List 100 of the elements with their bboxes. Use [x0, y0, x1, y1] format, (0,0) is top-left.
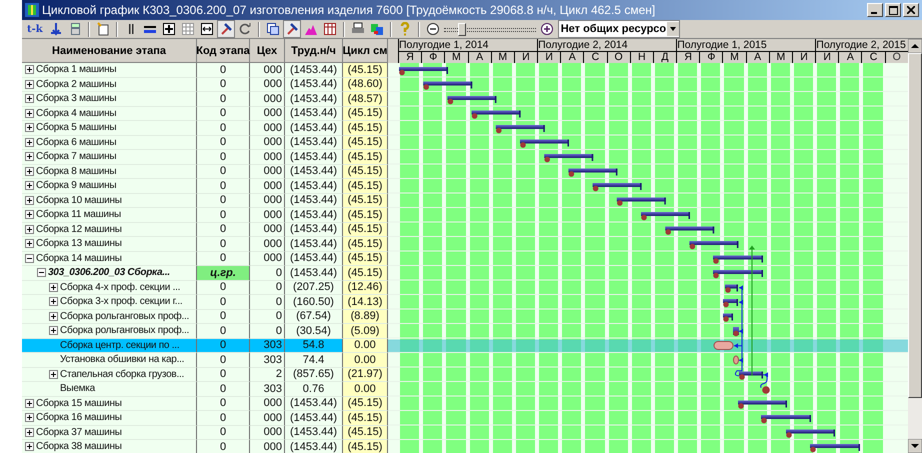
toolbar-button[interactable]: t-k: [25, 24, 45, 34]
resource-dropdown[interactable]: Нет общих ресурсо: [558, 20, 680, 38]
gantt-bar[interactable]: [423, 82, 472, 90]
table-row[interactable]: Сборка 10 машины 0 000 (1453.44) (45.15): [22, 194, 388, 208]
table-row[interactable]: Сборка 8 машины 0 000 (1453.44) (45.15): [22, 164, 388, 179]
gantt-bar[interactable]: [713, 270, 763, 278]
scroll-down-button[interactable]: [908, 439, 922, 453]
expander-icon[interactable]: [25, 138, 34, 147]
minimize-button[interactable]: [867, 3, 883, 17]
gantt-bar[interactable]: [739, 372, 763, 380]
scroll-up-button[interactable]: [908, 39, 922, 53]
gantt-bar[interactable]: [738, 400, 787, 409]
zoom-slider[interactable]: [444, 22, 536, 36]
expander-icon[interactable]: [25, 442, 34, 452]
hammer-icon[interactable]: [284, 21, 300, 37]
plus-box-icon[interactable]: [160, 21, 177, 37]
expander-icon[interactable]: [25, 94, 34, 104]
zoom-out-icon[interactable]: [424, 21, 441, 37]
expander-icon[interactable]: [49, 312, 58, 321]
expander-icon[interactable]: [49, 297, 58, 306]
page-icon[interactable]: [94, 21, 111, 37]
table-row[interactable]: Сборка 13 машины 0 000 (1453.44) (45.15): [22, 237, 388, 252]
gantt-bar[interactable]: [472, 110, 521, 119]
expander-icon[interactable]: [25, 166, 34, 176]
gantt-bar[interactable]: [723, 299, 738, 308]
table-row[interactable]: Сборка 4 машины 0 000 (1453.44) (45.15): [22, 106, 388, 121]
gantt-bar[interactable]: [723, 314, 733, 322]
gantt-bar[interactable]: [544, 154, 594, 162]
table-row[interactable]: Сборка 5 машины 0 000 (1453.44) (45.15): [22, 121, 388, 136]
expander-icon[interactable]: [25, 123, 34, 132]
table-row[interactable]: Сборка 3 машины 0 000 (1453.44) (48.57): [22, 92, 388, 106]
table-row[interactable]: Сборка 9 машины 0 000 (1453.44) (45.15): [22, 179, 388, 194]
expander-icon[interactable]: [25, 196, 34, 205]
gantt-bar[interactable]: [689, 241, 738, 250]
vertical-scrollbar[interactable]: [908, 39, 922, 453]
expander-icon[interactable]: [49, 370, 58, 379]
table-row[interactable]: Сборка 11 машины 0 000 (1453.44) (45.15): [22, 208, 388, 222]
table-icon[interactable]: [322, 21, 338, 37]
gantt-bar[interactable]: [665, 226, 714, 235]
column-header[interactable]: Цех: [250, 39, 285, 63]
gantt-bar[interactable]: [568, 168, 618, 177]
expander-icon[interactable]: [25, 65, 34, 74]
gantt-bar[interactable]: [810, 444, 860, 452]
gantt-bar[interactable]: [496, 125, 545, 134]
gantt-bar[interactable]: [447, 96, 496, 104]
gantt-bar[interactable]: [592, 183, 642, 192]
expander-icon[interactable]: [25, 428, 34, 437]
table-row[interactable]: Сборка 38 машины 0 000 (1453.44) (45.15): [22, 440, 388, 453]
table-row[interactable]: Сборка 1 машины 0 000 (1453.44) (45.15): [22, 63, 388, 78]
expander-icon[interactable]: [49, 282, 58, 292]
close-button[interactable]: [903, 3, 919, 17]
expander-icon[interactable]: [25, 254, 34, 263]
maximize-button[interactable]: [885, 3, 901, 17]
arrows-box-icon[interactable]: [198, 21, 215, 37]
expander-icon[interactable]: [25, 108, 34, 118]
table-row[interactable]: Сборка 15 машины 0 000 (1453.44) (45.15): [22, 396, 388, 411]
milestone-marker[interactable]: [733, 356, 739, 364]
gantt-bar[interactable]: [713, 256, 763, 264]
table-row[interactable]: Сборка 4-х проф. секции ... 0 0 (207.25) (12.46): [22, 280, 388, 295]
export-icon[interactable]: [368, 21, 385, 37]
gantt-bar[interactable]: [733, 327, 739, 336]
expander-icon[interactable]: [25, 239, 34, 248]
gantt-bar[interactable]: [761, 415, 811, 424]
table-row[interactable]: Сборка 2 машины 0 000 (1453.44) (48.60): [22, 78, 388, 92]
column-header[interactable]: Наименование этапа: [22, 39, 197, 63]
column-header[interactable]: Код этапа: [197, 39, 250, 63]
gantt-bar[interactable]: [641, 212, 690, 220]
table-row[interactable]: Стапельная сборка грузов... 0 2 (857.65) (21.97): [22, 368, 388, 382]
expander-icon[interactable]: [25, 181, 34, 190]
table-row[interactable]: Сборка 37 машины 0 000 (1453.44) (45.15): [22, 426, 388, 440]
table-row[interactable]: Сборка 12 машины 0 000 (1453.44) (45.15): [22, 222, 388, 237]
refresh-icon[interactable]: [236, 21, 253, 37]
expander-icon[interactable]: [25, 224, 34, 234]
table-row[interactable]: Сборка 16 машины 0 000 (1453.44) (45.15): [22, 411, 388, 426]
expander-icon[interactable]: [25, 152, 34, 162]
milestone-pill[interactable]: [714, 341, 734, 350]
expander-icon[interactable]: [25, 80, 34, 89]
milestone-dot[interactable]: [762, 386, 770, 394]
table-row[interactable]: Установка обшивки на кар... 0 303 74.4 0.00: [22, 353, 388, 368]
column-header[interactable]: Труд.н/ч: [285, 39, 343, 63]
gantt-bar[interactable]: [520, 140, 569, 148]
expander-icon[interactable]: [37, 268, 46, 278]
table-row[interactable]: Сборка 6 машины 0 000 (1453.44) (45.15): [22, 136, 388, 150]
expander-icon[interactable]: [25, 210, 34, 220]
expander-icon[interactable]: [49, 326, 58, 336]
table-row[interactable]: Сборка рольганговых проф... 0 0 (67.54) (8.89): [22, 310, 388, 324]
gantt-bar[interactable]: [399, 67, 448, 76]
expander-icon[interactable]: [25, 413, 34, 422]
gantt-bar[interactable]: [616, 198, 666, 206]
hammer-icon[interactable]: [218, 21, 234, 37]
table-row[interactable]: 303_0306.200_03 Сборка... ц.гр. 0 (1453.44) (45.15): [22, 266, 388, 280]
gantt-bar[interactable]: [725, 284, 738, 293]
table-row[interactable]: Сборка 7 машины 0 000 (1453.44) (45.15): [22, 150, 388, 164]
copy-icon[interactable]: [264, 21, 281, 37]
table-row[interactable]: Выемка 0 303 0.76 0.00: [22, 382, 388, 396]
table-row[interactable]: Сборка центр. секции по ... 0 303 54.8 0.00: [22, 338, 388, 353]
table-row[interactable]: Сборка 3-х проф. секции г... 0 0 (160.50) (14.13): [22, 295, 388, 310]
zoom-in-icon[interactable]: [538, 21, 555, 37]
expander-icon[interactable]: [25, 398, 34, 408]
gantt-bar[interactable]: [786, 430, 835, 438]
